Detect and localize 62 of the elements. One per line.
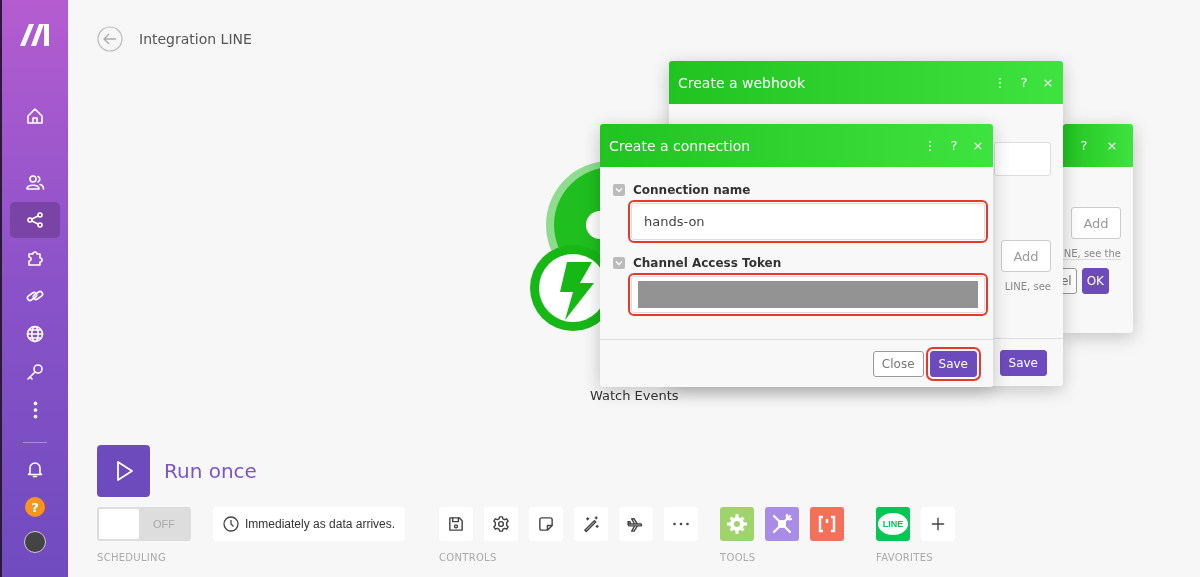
dialog-title: Create a webhook — [678, 74, 807, 91]
back-icon — [97, 26, 123, 52]
collapse-icon — [613, 257, 625, 269]
key-icon — [25, 362, 45, 382]
secondary-button[interactable]: Close — [872, 350, 924, 377]
avatar[interactable] — [24, 531, 46, 553]
help-icon[interactable]: ? — [1017, 75, 1031, 90]
toolbar-button[interactable] — [574, 507, 609, 541]
primary-button[interactable]: Save — [999, 349, 1047, 376]
clock-icon — [223, 516, 239, 532]
toolbar-button[interactable] — [439, 507, 474, 541]
settings-icon — [492, 515, 511, 533]
help-icon[interactable]: ? — [947, 138, 961, 153]
field-label: Connection name — [633, 183, 751, 197]
collapse-icon — [613, 184, 625, 196]
close-icon[interactable]: × — [1105, 138, 1119, 153]
hint-text: LINE, see — [1004, 281, 1051, 292]
tool-button[interactable] — [810, 507, 845, 541]
more-icon[interactable]: ⋮ — [993, 75, 1007, 90]
run-button[interactable] — [97, 445, 150, 497]
section-caption: SCHEDULING — [97, 552, 167, 563]
dialog-title: Create a connection — [609, 137, 752, 154]
help-icon[interactable]: ? — [1077, 138, 1091, 153]
tool-button[interactable] — [765, 507, 800, 541]
bell-icon — [25, 459, 45, 479]
schedule-button[interactable]: Immediately as data arrives. — [213, 507, 406, 541]
people-icon — [25, 172, 45, 192]
hint-text: NE, see the — [1063, 248, 1121, 259]
toolbar-button[interactable] — [529, 507, 564, 541]
more-icon — [32, 401, 38, 419]
magic-wand-icon — [582, 515, 601, 533]
favorite-app-button[interactable]: LINE — [876, 507, 911, 541]
input-field[interactable] — [994, 142, 1051, 176]
scenario-title: Integration LINE — [139, 31, 252, 47]
help-badge[interactable]: ? — [25, 497, 45, 517]
note-icon — [537, 515, 556, 533]
section-caption: CONTROLS — [439, 552, 498, 563]
input-field[interactable]: hands-on — [631, 203, 985, 240]
toolbar-button[interactable] — [484, 507, 519, 541]
share-icon — [25, 210, 45, 230]
add-button[interactable] — [921, 507, 956, 541]
module-label: Watch Events — [590, 388, 679, 403]
toolbar-button[interactable] — [619, 507, 654, 541]
field-label: Channel Access Token — [633, 256, 782, 270]
tools-icon — [770, 512, 795, 536]
close-icon[interactable]: × — [1041, 75, 1055, 90]
close-icon[interactable]: × — [971, 138, 985, 153]
puzzle-icon — [25, 248, 45, 268]
section-caption: TOOLS — [720, 552, 757, 563]
globe-icon — [25, 324, 45, 344]
run-once-label: Run once — [164, 459, 257, 483]
add-button[interactable]: Add — [1001, 240, 1051, 272]
more-icon — [673, 522, 690, 526]
input-field[interactable] — [631, 276, 985, 313]
gear-icon — [725, 512, 750, 536]
add-button[interactable]: Add — [1071, 207, 1121, 239]
home-icon — [25, 106, 45, 126]
more-icon[interactable]: ⋮ — [923, 138, 937, 153]
save-icon — [447, 515, 466, 533]
primary-button[interactable]: OK — [1081, 268, 1109, 294]
sidebar-item[interactable] — [10, 202, 60, 238]
section-caption: FAVORITES — [876, 552, 934, 563]
